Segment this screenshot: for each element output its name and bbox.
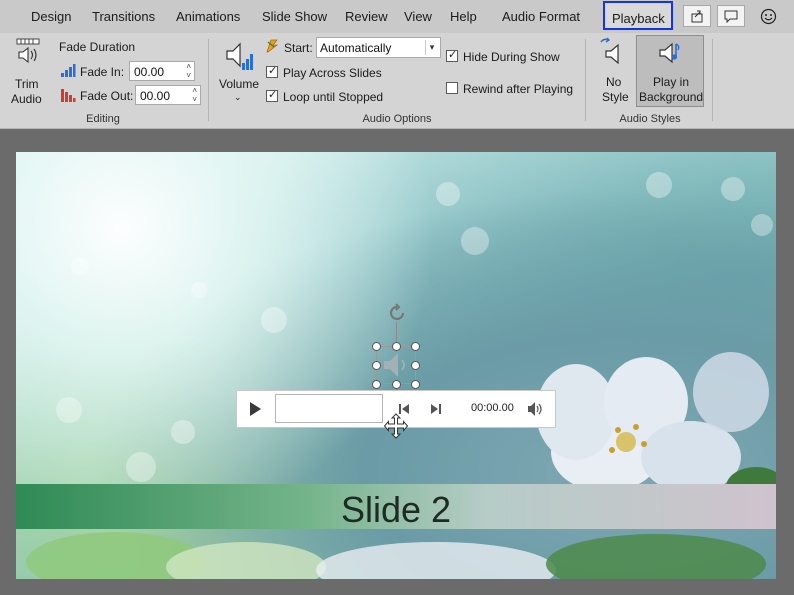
volume-button[interactable]: Volume ⌄	[216, 37, 262, 105]
loop-until-stopped-label[interactable]: Loop until Stopped	[283, 90, 383, 104]
ribbon-tab-bar: Design Transitions Animations Slide Show…	[0, 0, 794, 33]
tab-help[interactable]: Help	[450, 9, 477, 24]
bokeh-dot	[71, 257, 89, 275]
bokeh-dot	[191, 282, 207, 298]
resize-handle[interactable]	[372, 380, 381, 389]
play-in-background-icon	[659, 42, 680, 64]
tab-audio-format[interactable]: Audio Format	[502, 9, 580, 24]
audio-options-group-label: Audio Options	[362, 113, 432, 125]
fade-duration-heading: Fade Duration	[59, 40, 136, 54]
no-style-button[interactable]: No Style	[594, 35, 634, 105]
trim-audio-label-2: Audio	[11, 92, 42, 106]
ribbon: Trim Audio Fade Duration Fade In: 00.00 …	[0, 33, 794, 129]
start-label: Start:	[284, 41, 313, 55]
bokeh-dot	[56, 397, 82, 423]
fade-out-spinner[interactable]: 00.00 ˄ ˅	[135, 85, 201, 105]
start-value: Automatically	[320, 41, 392, 55]
resize-handle[interactable]	[411, 380, 420, 389]
check-icon: ✓	[268, 89, 278, 101]
bokeh-dot	[261, 307, 287, 333]
tab-transitions[interactable]: Transitions	[92, 9, 155, 24]
playback-time: 00:00.00	[471, 402, 514, 414]
no-style-label-1: No	[606, 75, 622, 89]
audio-styles-group-label: Audio Styles	[619, 113, 681, 125]
chevron-down-icon[interactable]: ▾	[425, 40, 438, 55]
bokeh-dot	[721, 177, 745, 201]
hide-during-show-label[interactable]: Hide During Show	[463, 50, 560, 64]
audio-progress-bar[interactable]	[275, 394, 383, 423]
bokeh-dot	[461, 227, 489, 255]
resize-handle[interactable]	[372, 361, 381, 370]
slide-title[interactable]: Slide 2	[16, 489, 776, 531]
rotate-handle-icon[interactable]	[386, 302, 408, 324]
tab-playback-label: Playback	[612, 11, 665, 26]
trim-audio-button[interactable]: Trim Audio	[6, 37, 48, 107]
no-style-label-2: Style	[602, 90, 629, 104]
resize-handle[interactable]	[411, 342, 420, 351]
fade-in-value: 00.00	[134, 65, 165, 79]
share-button[interactable]	[683, 5, 711, 27]
spinner-arrows-icon[interactable]: ˄ ˅	[186, 62, 191, 80]
volume-label: Volume	[219, 77, 260, 91]
bokeh-dot	[171, 420, 195, 444]
loop-until-stopped-checkbox[interactable]: ✓	[266, 89, 278, 102]
spinner-arrows-icon[interactable]: ˄ ˅	[192, 86, 197, 104]
play-in-background-button[interactable]: Play in Background	[636, 35, 704, 107]
fade-in-spinner[interactable]: 00.00 ˄ ˅	[129, 61, 195, 81]
group-divider	[712, 39, 713, 121]
volume-icon	[226, 42, 253, 70]
tab-design[interactable]: Design	[31, 9, 71, 24]
bokeh-dot	[646, 172, 672, 198]
fade-out-icon	[61, 89, 76, 102]
bokeh-dot	[751, 214, 773, 236]
move-cursor-icon	[383, 413, 409, 439]
play-in-background-label-1: Play in	[653, 75, 690, 89]
tab-slide-show[interactable]: Slide Show	[262, 9, 327, 24]
check-icon: ✓	[268, 65, 278, 77]
play-across-slides-label[interactable]: Play Across Slides	[283, 66, 382, 80]
start-lightning-icon	[266, 39, 279, 53]
bokeh-dot	[436, 182, 460, 206]
play-in-background-label-2: Background	[639, 90, 704, 104]
play-across-slides-checkbox[interactable]: ✓	[266, 65, 278, 78]
tab-view[interactable]: View	[404, 9, 432, 24]
fade-in-icon	[61, 64, 76, 77]
share-icon	[691, 10, 703, 23]
rewind-after-playing-checkbox[interactable]	[446, 82, 458, 94]
fade-in-label: Fade In:	[80, 65, 125, 79]
tab-animations[interactable]: Animations	[176, 9, 240, 24]
group-divider	[208, 39, 209, 121]
selection-box	[376, 346, 416, 384]
check-icon: ✓	[448, 49, 458, 61]
volume-speaker-icon[interactable]	[527, 401, 545, 417]
tab-playback[interactable]: Playback	[603, 1, 673, 30]
comment-icon	[724, 10, 738, 24]
group-divider	[585, 39, 586, 121]
trim-audio-label-1: Trim	[15, 77, 39, 91]
start-dropdown[interactable]: Automatically ▾	[316, 37, 441, 58]
chevron-down-icon: ⌄	[234, 92, 242, 102]
tab-review[interactable]: Review	[345, 9, 388, 24]
hide-during-show-checkbox[interactable]: ✓	[446, 49, 458, 62]
play-icon[interactable]	[247, 401, 263, 417]
bokeh-dot	[126, 452, 156, 482]
skip-forward-icon[interactable]	[429, 402, 443, 416]
smiley-feedback-icon[interactable]	[760, 8, 777, 25]
trim-audio-icon	[16, 38, 40, 64]
fade-out-label: Fade Out:	[80, 89, 134, 103]
comments-button[interactable]	[717, 5, 745, 27]
editing-group-label: Editing	[86, 113, 120, 125]
resize-handle[interactable]	[411, 361, 420, 370]
resize-handle[interactable]	[372, 342, 381, 351]
rewind-after-playing-label[interactable]: Rewind after Playing	[463, 82, 573, 96]
no-style-icon	[600, 37, 619, 65]
fade-out-value: 00.00	[140, 89, 171, 103]
resize-handle[interactable]	[392, 380, 401, 389]
resize-handle[interactable]	[392, 342, 401, 351]
